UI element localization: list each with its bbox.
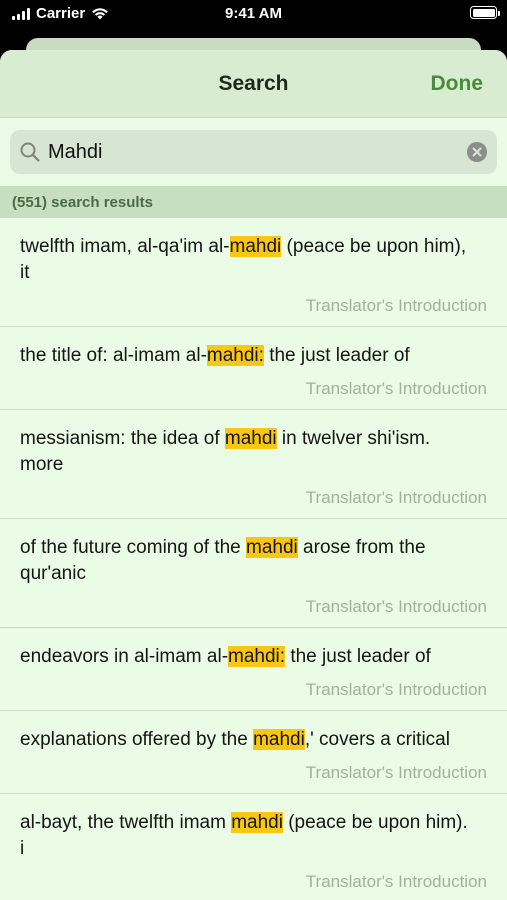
status-bar: Carrier 9:41 AM — [0, 0, 507, 30]
search-highlight: mahdi: — [206, 345, 264, 366]
search-sheet: Search Done (551) search results twelfth… — [0, 50, 507, 900]
result-snippet: explanations offered by the mahdi,' cove… — [20, 729, 450, 750]
result-source: Translator's Introduction — [305, 488, 487, 507]
battery-icon — [470, 6, 500, 19]
search-highlight: mahdi — [224, 428, 277, 449]
result-source: Translator's Introduction — [305, 872, 487, 891]
search-input[interactable] — [48, 130, 457, 174]
result-item[interactable]: endeavors in al-imam al-mahdi: the just … — [0, 628, 507, 711]
result-item[interactable]: of the future coming of the mahdi arose … — [0, 519, 507, 628]
result-source: Translator's Introduction — [305, 296, 487, 315]
clear-search-icon[interactable] — [467, 142, 487, 162]
result-snippet: twelfth imam, al-qa'im al-mahdi (peace b… — [20, 236, 467, 283]
result-item[interactable]: the title of: al-imam al-mahdi: the just… — [0, 327, 507, 410]
result-source: Translator's Introduction — [305, 763, 487, 782]
results-count-header: (551) search results — [0, 186, 507, 218]
search-icon — [20, 142, 40, 162]
result-item[interactable]: messianism: the idea of mahdi in twelver… — [0, 410, 507, 519]
search-highlight: mahdi — [253, 729, 305, 750]
result-source: Translator's Introduction — [305, 379, 487, 398]
result-snippet: of the future coming of the mahdi arose … — [20, 537, 426, 584]
result-item[interactable]: explanations offered by the mahdi,' cove… — [0, 711, 507, 794]
result-snippet: al-bayt, the twelfth imam mahdi (peace b… — [20, 812, 468, 859]
result-snippet: the title of: al-imam al-mahdi: the just… — [20, 345, 410, 366]
search-field[interactable] — [10, 130, 497, 174]
result-item[interactable]: al-bayt, the twelfth imam mahdi (peace b… — [0, 794, 507, 900]
result-source: Translator's Introduction — [305, 597, 487, 616]
results-list: twelfth imam, al-qa'im al-mahdi (peace b… — [0, 218, 507, 900]
result-item[interactable]: twelfth imam, al-qa'im al-mahdi (peace b… — [0, 218, 507, 327]
nav-bar: Search Done — [0, 50, 507, 118]
close-icon — [472, 147, 482, 157]
search-highlight: mahdi — [246, 537, 298, 558]
search-bar — [0, 118, 507, 186]
result-source: Translator's Introduction — [305, 680, 487, 699]
result-snippet: messianism: the idea of mahdi in twelver… — [20, 428, 431, 475]
search-highlight: mahdi: — [228, 646, 286, 667]
result-snippet: endeavors in al-imam al-mahdi: the just … — [20, 646, 431, 667]
search-highlight: mahdi — [229, 236, 282, 257]
search-highlight: mahdi — [231, 812, 283, 833]
status-time: 9:41 AM — [225, 5, 282, 22]
done-button[interactable]: Done — [431, 72, 484, 96]
